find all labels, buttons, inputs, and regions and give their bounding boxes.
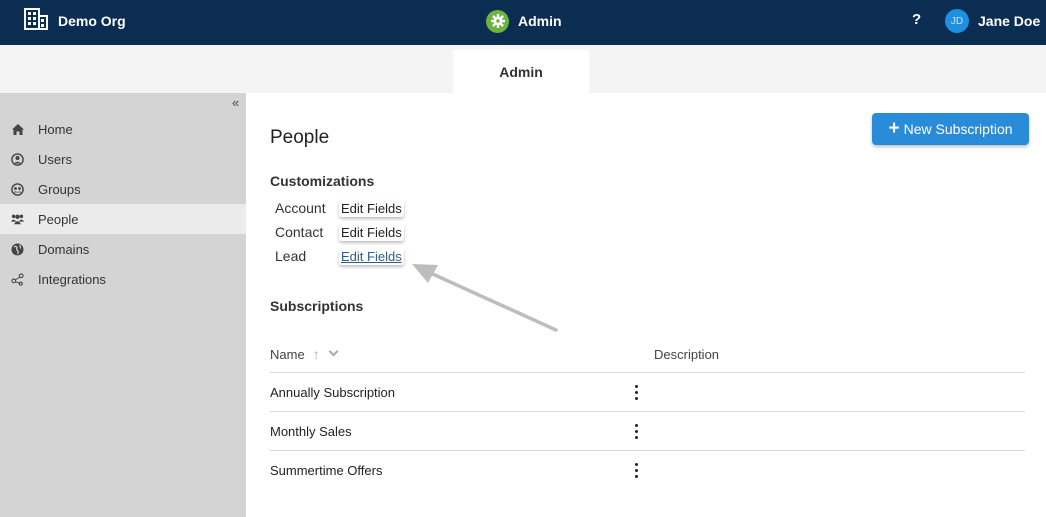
sidebar: « Home Users Groups People Domains Integ… — [0, 93, 246, 517]
people-icon — [11, 213, 24, 226]
new-subscription-button[interactable]: + New Subscription — [872, 113, 1029, 145]
avatar: JD — [945, 9, 969, 33]
app-switcher[interactable]: Admin — [486, 8, 562, 34]
table-row[interactable]: Summertime Offers — [270, 450, 1025, 489]
edit-fields-link-contact[interactable]: Edit Fields — [339, 223, 404, 241]
subscription-name: Monthly Sales — [270, 423, 352, 439]
customization-row-contact: Contact Edit Fields — [275, 221, 404, 243]
sidebar-item-users[interactable]: Users — [0, 144, 246, 174]
user-name: Jane Doe — [978, 13, 1041, 29]
org-switcher[interactable]: Demo Org — [24, 7, 126, 35]
subscription-name: Annually Subscription — [270, 384, 396, 400]
share-nodes-icon — [11, 272, 24, 286]
user-menu[interactable]: JD Jane Doe — [945, 9, 1040, 33]
table-row[interactable]: Monthly Sales — [270, 411, 1025, 450]
customization-label: Contact — [275, 224, 324, 240]
more-options-icon[interactable] — [635, 463, 639, 478]
sidebar-item-label: People — [38, 211, 79, 227]
sidebar-item-integrations[interactable]: Integrations — [0, 264, 246, 294]
sidebar-nav: Home Users Groups People Domains Integra… — [0, 114, 246, 294]
top-bar: Demo Org Admin ? JD Jane Doe — [0, 0, 1046, 45]
sidebar-item-label: Domains — [38, 241, 90, 257]
plus-icon: + — [888, 117, 900, 139]
customization-row-account: Account Edit Fields — [275, 197, 404, 219]
user-circle-icon — [11, 152, 24, 166]
edit-fields-link-lead[interactable]: Edit Fields — [339, 247, 404, 265]
sidebar-item-label: Groups — [38, 181, 81, 197]
table-row[interactable]: Annually Subscription — [270, 372, 1025, 411]
globe-icon — [11, 243, 24, 256]
sidebar-item-label: Integrations — [38, 271, 106, 287]
org-name: Demo Org — [58, 13, 126, 29]
sidebar-item-groups[interactable]: Groups — [0, 174, 246, 204]
group-circle-icon — [11, 182, 24, 196]
sidebar-item-domains[interactable]: Domains — [0, 234, 246, 264]
page-title: People — [270, 127, 330, 148]
tab-strip: Admin — [0, 45, 1046, 93]
chevron-down-icon[interactable] — [328, 346, 339, 357]
help-icon[interactable]: ? — [912, 11, 921, 28]
subscription-name: Summertime Offers — [270, 462, 383, 478]
collapse-sidebar-icon[interactable]: « — [232, 95, 239, 110]
sidebar-item-people[interactable]: People — [0, 204, 246, 234]
customization-label: Account — [275, 200, 326, 216]
column-header-description: Description — [654, 346, 720, 362]
sidebar-item-label: Users — [38, 151, 72, 167]
table-header: Name ↑ Description — [270, 336, 1025, 372]
more-options-icon[interactable] — [635, 385, 639, 400]
sort-arrow-up-icon[interactable]: ↑ — [313, 346, 320, 362]
customizations-heading: Customizations — [270, 173, 375, 189]
subscriptions-heading: Subscriptions — [270, 298, 364, 314]
tab-admin[interactable]: Admin — [453, 50, 589, 93]
subscriptions-table: Annually Subscription Monthly Sales Summ… — [270, 372, 1025, 489]
building-icon — [24, 7, 48, 35]
sidebar-item-home[interactable]: Home — [0, 114, 246, 144]
sidebar-item-label: Home — [38, 121, 73, 137]
customization-row-lead: Lead Edit Fields — [275, 245, 404, 267]
main-content: People + New Subscription Customizations… — [246, 93, 1046, 517]
more-options-icon[interactable] — [635, 424, 639, 439]
column-header-label: Name — [270, 346, 305, 362]
home-icon — [11, 123, 24, 136]
column-header-name[interactable]: Name ↑ — [270, 346, 654, 362]
gear-icon — [486, 9, 509, 33]
new-subscription-label: New Subscription — [903, 121, 1013, 137]
app-title: Admin — [518, 13, 562, 29]
edit-fields-link-account[interactable]: Edit Fields — [339, 199, 404, 217]
customization-label: Lead — [275, 248, 307, 264]
